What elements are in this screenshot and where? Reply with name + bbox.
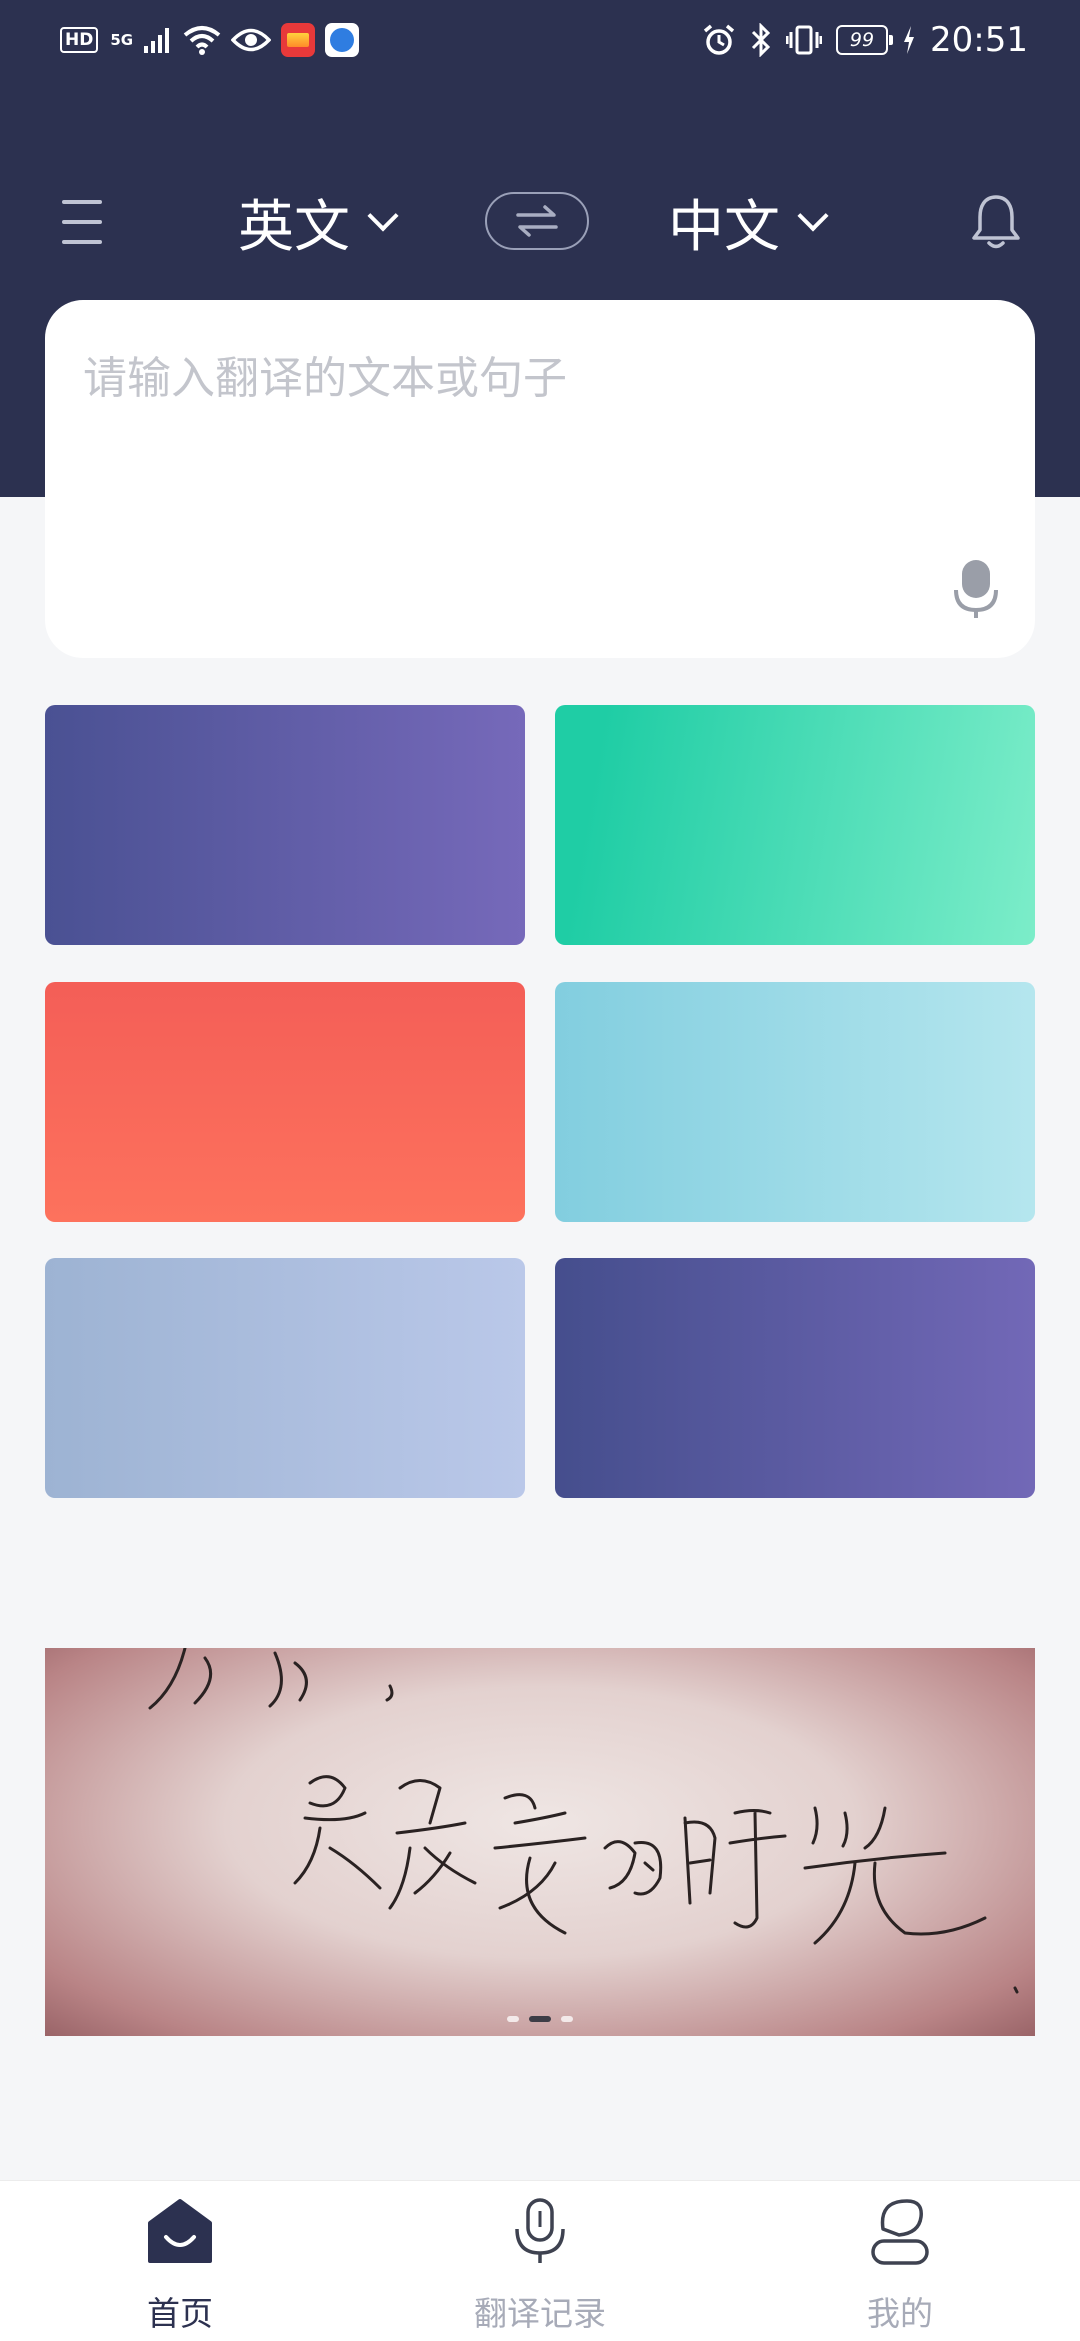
status-bar: HD 5G 99 20:51 [0,0,1080,80]
swap-icon [516,205,558,237]
nav-home-label: 首页 [147,2294,213,2333]
bottom-navigation: 首页 翻译记录 我的 [0,2180,1080,2341]
translation-input-card [45,300,1035,658]
home-icon [148,2199,212,2263]
clock: 20:51 [930,20,1028,60]
nav-profile[interactable]: 我的 [780,2181,1020,2341]
vibrate-icon [786,25,823,55]
chevron-down-icon [367,199,399,231]
carousel-dot[interactable] [507,2016,519,2022]
carousel-dot-active[interactable] [529,2016,551,2022]
chevron-down-icon [797,199,829,231]
feature-tile-3[interactable] [45,982,525,1222]
wifi-icon [183,26,221,55]
bluetooth-icon [751,23,771,57]
swap-languages-button[interactable] [485,192,589,250]
network-type: 5G [110,31,134,49]
browser-notification-icon [325,23,360,57]
feature-tile-6[interactable] [555,1258,1035,1498]
nav-profile-label: 我的 [867,2294,933,2333]
carousel-indicator [45,2016,1035,2022]
nav-history-label: 翻译记录 [474,2294,606,2333]
feature-tile-2[interactable] [555,705,1035,945]
status-bar-left: HD 5G [60,20,360,60]
charging-icon [904,26,915,54]
alarm-icon [703,24,735,55]
app-notification-icon [281,23,316,57]
hd-indicator: HD [60,27,99,53]
feature-tile-4[interactable] [555,982,1035,1222]
eye-icon [231,28,272,52]
target-language-selector[interactable]: 中文 [668,180,829,265]
battery-indicator: 99 [836,25,894,55]
source-language-selector[interactable]: 英文 [238,180,399,265]
status-bar-right: 99 20:51 [702,20,1028,60]
feature-tile-5[interactable] [45,1258,525,1498]
target-language-label: 中文 [668,195,780,260]
microphone-icon [515,2198,565,2263]
menu-icon[interactable] [62,200,102,244]
microphone-icon[interactable] [953,558,999,620]
calligraphy-image [148,1648,1019,1994]
carousel-dot[interactable] [561,2016,573,2022]
bell-icon[interactable] [970,192,1022,252]
banner-carousel[interactable] [45,1648,1035,2036]
translation-input[interactable] [81,340,985,564]
nav-translation-history[interactable]: 翻译记录 [420,2181,660,2341]
feature-tile-1[interactable] [45,705,525,945]
signal-icon [144,28,170,53]
nav-home[interactable]: 首页 [60,2181,300,2341]
user-icon [871,2199,929,2265]
source-language-label: 英文 [238,195,350,260]
